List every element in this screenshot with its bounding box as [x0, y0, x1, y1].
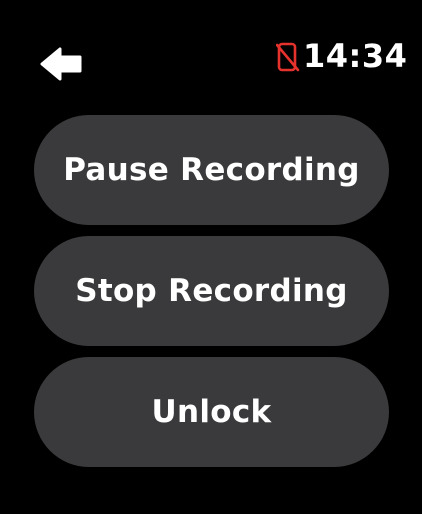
status-bar: 14:34 — [0, 0, 422, 100]
pause-recording-label: Pause Recording — [63, 152, 360, 188]
phone-disconnected-icon — [276, 42, 300, 72]
stop-recording-label: Stop Recording — [75, 273, 348, 309]
back-button[interactable] — [36, 44, 86, 84]
pause-recording-button[interactable]: Pause Recording — [34, 115, 389, 225]
unlock-label: Unlock — [151, 394, 272, 430]
clock-time: 14:34 — [303, 37, 408, 75]
unlock-button[interactable]: Unlock — [34, 357, 389, 467]
arrow-left-icon — [40, 47, 82, 81]
stop-recording-button[interactable]: Stop Recording — [34, 236, 389, 346]
recording-menu: Pause Recording Stop Recording Unlock — [34, 115, 389, 467]
